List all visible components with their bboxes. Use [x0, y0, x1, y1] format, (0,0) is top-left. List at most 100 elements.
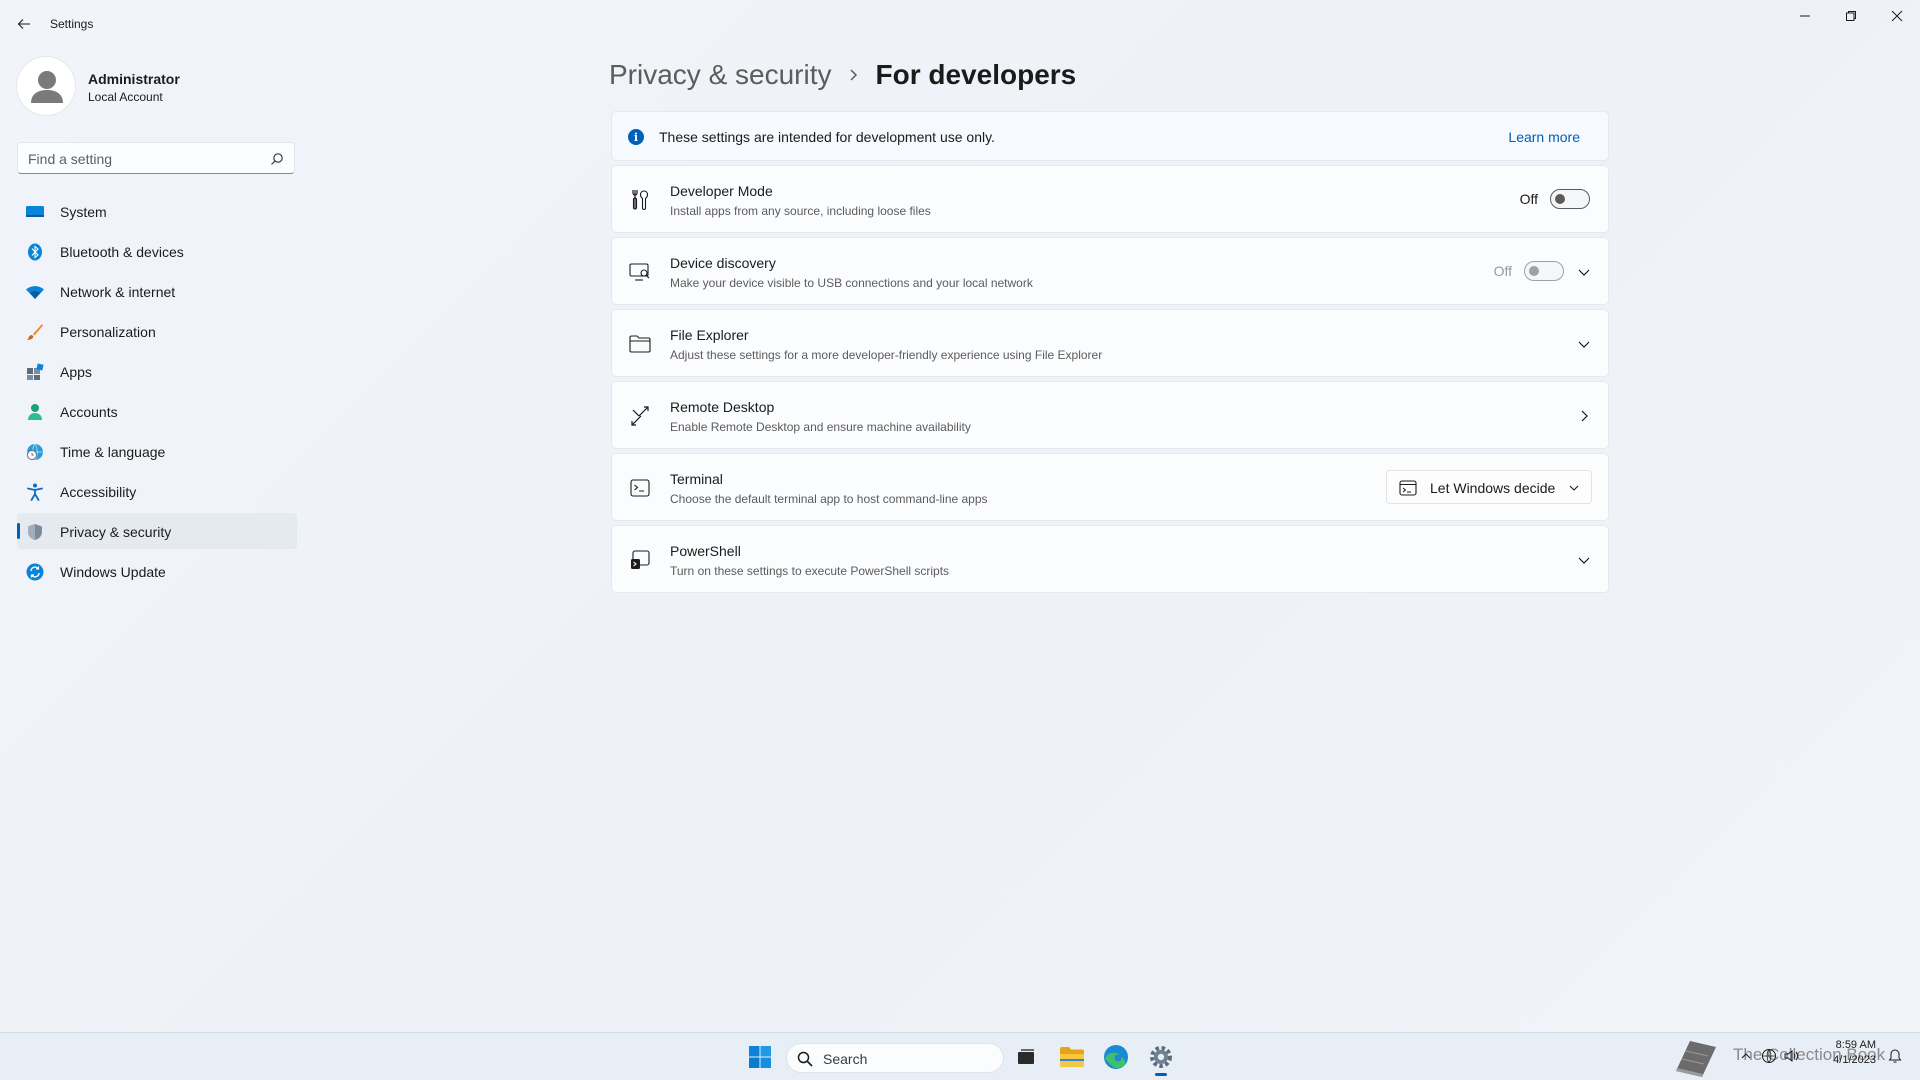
person-icon	[25, 402, 45, 422]
app-title: Settings	[50, 17, 94, 31]
back-arrow-icon	[17, 19, 30, 29]
settings-search	[17, 142, 295, 174]
chevron-down-icon[interactable]	[1574, 262, 1594, 282]
network-tray-button[interactable]	[1760, 1047, 1778, 1065]
setting-title: File Explorer	[670, 327, 749, 343]
setting-title: PowerShell	[670, 543, 741, 559]
breadcrumb: Privacy & security For developers	[609, 55, 1076, 95]
taskbar-time[interactable]: 8:59 AM	[1816, 1039, 1876, 1051]
setting-powershell[interactable]: PowerShell Turn on these settings to exe…	[611, 525, 1609, 593]
sidebar-item-accounts[interactable]: Accounts	[17, 393, 297, 429]
remote-desktop-icon	[629, 405, 651, 427]
sidebar-item-label: Personalization	[60, 324, 156, 340]
setting-description: Install apps from any source, including …	[670, 204, 931, 218]
book-icon	[1676, 1041, 1716, 1077]
minimize-icon	[1800, 15, 1810, 17]
toggle-state-label: Off	[1493, 263, 1512, 279]
profile-name: Administrator	[88, 71, 180, 87]
terminal-app-icon	[1399, 480, 1417, 496]
folder-icon	[629, 333, 651, 355]
breadcrumb-parent[interactable]: Privacy & security	[609, 59, 832, 91]
start-button[interactable]	[746, 1043, 774, 1071]
apps-icon	[25, 362, 45, 382]
search-icon[interactable]	[270, 152, 284, 166]
device-discovery-toggle-group: Off	[1494, 261, 1564, 281]
speaker-icon	[1784, 1050, 1798, 1062]
powershell-icon	[629, 549, 651, 571]
chevron-down-icon[interactable]	[1574, 550, 1594, 570]
developer-mode-toggle[interactable]	[1550, 189, 1590, 209]
learn-more-link[interactable]: Learn more	[1508, 129, 1580, 145]
sidebar-item-label: Accounts	[60, 404, 118, 420]
taskbar: Search The Collection Book 8:59 AM 4/1/2…	[0, 1032, 1920, 1080]
task-view-icon	[1018, 1049, 1034, 1064]
sidebar-item-personalization[interactable]: Personalization	[17, 313, 297, 349]
sidebar-item-system[interactable]: System	[17, 193, 297, 229]
search-icon	[797, 1051, 813, 1067]
search-input[interactable]	[28, 149, 258, 169]
sidebar-item-privacy-security[interactable]: Privacy & security	[17, 513, 297, 549]
sidebar-nav: System Bluetooth & devices Network & int…	[17, 193, 297, 593]
title-bar: Settings	[0, 0, 1920, 48]
taskbar-date[interactable]: 4/1/2023	[1816, 1054, 1876, 1066]
developer-tools-icon	[629, 189, 651, 211]
minimize-button[interactable]	[1782, 0, 1828, 32]
chevron-right-icon	[848, 68, 860, 82]
device-discovery-toggle[interactable]	[1524, 261, 1564, 281]
globe-clock-icon	[25, 442, 45, 462]
sidebar-item-accessibility[interactable]: Accessibility	[17, 473, 297, 509]
setting-file-explorer[interactable]: File Explorer Adjust these settings for …	[611, 309, 1609, 377]
taskbar-search-label: Search	[823, 1051, 868, 1067]
sidebar-item-apps[interactable]: Apps	[17, 353, 297, 389]
default-avatar-icon	[17, 57, 75, 115]
edge-taskbar-button[interactable]	[1100, 1041, 1132, 1073]
update-icon	[25, 562, 45, 582]
setting-description: Choose the default terminal app to host …	[670, 492, 988, 506]
sidebar-item-label: Accessibility	[60, 484, 137, 500]
sidebar-item-label: Apps	[60, 364, 92, 380]
setting-remote-desktop[interactable]: Remote Desktop Enable Remote Desktop and…	[611, 381, 1609, 449]
notification-center-button[interactable]	[1886, 1047, 1904, 1065]
sidebar-item-time-language[interactable]: Time & language	[17, 433, 297, 469]
close-button[interactable]	[1874, 0, 1920, 32]
settings-taskbar-button[interactable]	[1145, 1041, 1177, 1076]
chevron-down-icon[interactable]	[1574, 334, 1594, 354]
restore-icon	[1846, 11, 1856, 21]
bluetooth-icon	[25, 242, 45, 262]
sidebar-item-label: Bluetooth & devices	[60, 244, 184, 260]
shield-icon	[25, 522, 45, 542]
taskbar-search[interactable]: Search	[786, 1043, 1004, 1073]
system-icon	[25, 202, 45, 222]
setting-description: Make your device visible to USB connecti…	[670, 276, 1033, 290]
chevron-up-icon	[1741, 1053, 1751, 1059]
dropdown-selected-value: Let Windows decide	[1430, 480, 1556, 496]
task-view-button[interactable]	[1010, 1041, 1042, 1073]
brush-icon	[25, 322, 45, 342]
toggle-state-label: Off	[1519, 191, 1538, 207]
profile-account-type: Local Account	[88, 90, 163, 104]
notification-icon	[1888, 1049, 1902, 1063]
sidebar-item-label: Windows Update	[60, 564, 166, 580]
developer-mode-toggle-group: Off	[1520, 189, 1590, 209]
device-discovery-icon	[629, 261, 651, 283]
avatar	[16, 56, 76, 116]
restore-button[interactable]	[1828, 0, 1874, 32]
terminal-icon	[629, 477, 651, 499]
sidebar-item-windows-update[interactable]: Windows Update	[17, 553, 297, 589]
volume-tray-button[interactable]	[1782, 1047, 1800, 1065]
sidebar-item-bluetooth[interactable]: Bluetooth & devices	[17, 233, 297, 269]
setting-developer-mode: Developer Mode Install apps from any sou…	[611, 165, 1609, 233]
chevron-right-icon[interactable]	[1574, 406, 1594, 426]
page-title: For developers	[875, 59, 1077, 90]
back-button[interactable]	[12, 12, 36, 36]
sidebar-item-network[interactable]: Network & internet	[17, 273, 297, 309]
setting-title: Remote Desktop	[670, 399, 775, 415]
file-explorer-taskbar-button[interactable]	[1056, 1041, 1088, 1073]
show-hidden-icons-button[interactable]	[1737, 1047, 1755, 1065]
terminal-app-dropdown[interactable]: Let Windows decide	[1386, 470, 1592, 504]
user-profile[interactable]: Administrator Local Account	[16, 56, 296, 116]
sidebar-item-label: Privacy & security	[60, 524, 172, 540]
gear-icon	[1150, 1046, 1172, 1068]
setting-description: Adjust these settings for a more develop…	[670, 348, 1103, 362]
setting-description: Turn on these settings to execute PowerS…	[670, 564, 950, 578]
